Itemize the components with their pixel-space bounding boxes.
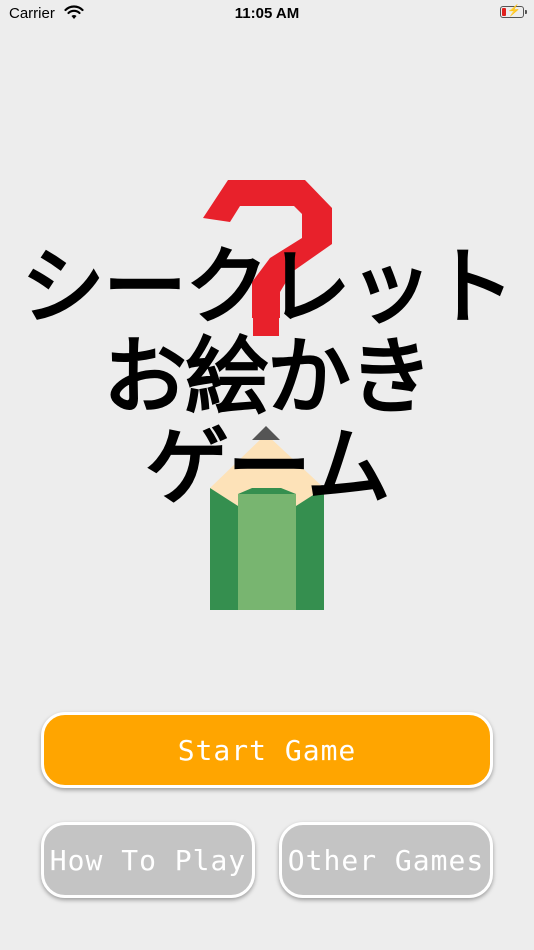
other-games-button[interactable]: Other Games [279,822,493,898]
logo-title-line2: お絵かき [102,328,433,426]
logo-title-line3: ゲーム [145,418,390,516]
start-game-button[interactable]: Start Game [41,712,493,788]
game-logo: シークレット お絵かき ゲーム [0,0,534,640]
how-to-play-button[interactable]: How To Play [41,822,255,898]
logo-title-line1: シークレット [20,238,515,336]
